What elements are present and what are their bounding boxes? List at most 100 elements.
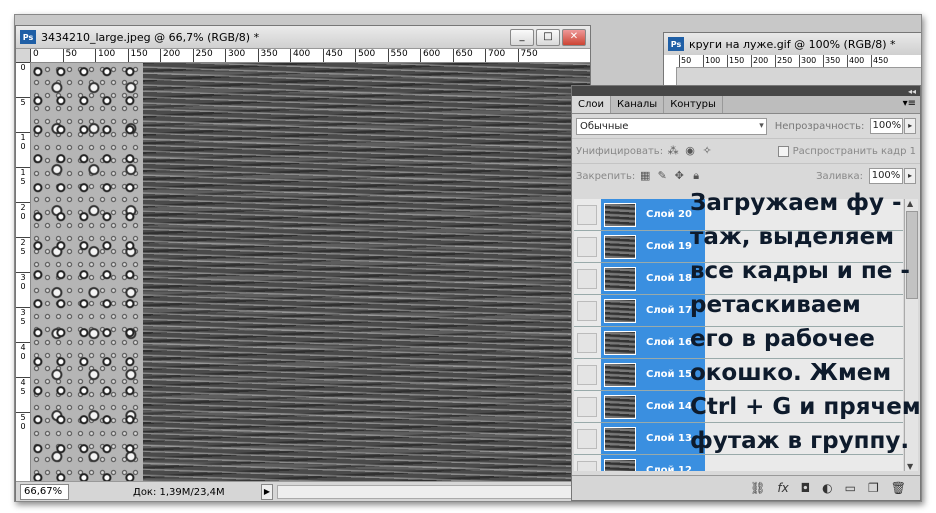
- annotation-line: Ctrl + G и прячем: [690, 394, 921, 420]
- water-drops-image: [31, 63, 143, 482]
- ruler-tick-label: 500: [355, 49, 375, 62]
- status-menu-arrow-icon[interactable]: ▶: [261, 484, 273, 500]
- layer-thumbnail: [604, 330, 636, 355]
- ruler-tick-label: 650: [452, 49, 473, 62]
- unify-style-icon[interactable]: ✧: [700, 144, 714, 158]
- photoshop-logo-icon: Ps: [668, 37, 684, 51]
- main-document-window[interactable]: Ps 3434210_large.jpeg @ 66,7% (RGB/8) * …: [15, 25, 591, 501]
- new-layer-icon[interactable]: ❐: [868, 481, 879, 495]
- annotation-line: Загружаем фу -: [690, 190, 902, 216]
- ruler-tick-label: 550: [387, 49, 408, 62]
- second-window-title: круги на луже.gif @ 100% (RGB/8) *: [689, 37, 896, 51]
- ruler-tick-label: 200: [751, 55, 775, 67]
- visibility-toggle[interactable]: [577, 364, 597, 385]
- annotation-line: окошко. Жмем: [690, 360, 892, 386]
- zoom-field[interactable]: 66,67%: [20, 484, 69, 500]
- layer-name: Слой 14: [646, 401, 692, 412]
- visibility-toggle[interactable]: [577, 268, 597, 289]
- panel-collapse-bar[interactable]: ◂◂: [572, 86, 920, 96]
- ruler-tick-label: 50: [62, 49, 77, 62]
- ruler-tick-label: 2 5: [16, 237, 30, 256]
- blend-mode-select[interactable]: Обычные ▾: [576, 117, 767, 135]
- ruler-tick-label: 600: [420, 49, 440, 62]
- layer-name: Слой 20: [646, 209, 692, 220]
- layer-thumbnail: [604, 394, 636, 419]
- layer-name: Слой 13: [646, 433, 692, 444]
- trash-icon[interactable]: 🗑︎: [891, 481, 906, 495]
- visibility-toggle[interactable]: [577, 236, 597, 257]
- ruler-tick-label: 1 5: [16, 167, 30, 186]
- doc-size-label: Док: 1,39M/23,4M: [133, 486, 225, 498]
- close-button[interactable]: ✕: [562, 29, 586, 46]
- visibility-toggle[interactable]: [577, 396, 597, 417]
- visibility-toggle[interactable]: [577, 204, 597, 225]
- visibility-toggle[interactable]: [577, 428, 597, 449]
- ruler-tick-label: 300: [225, 49, 245, 62]
- fx-icon[interactable]: fx: [777, 481, 788, 495]
- mask-icon[interactable]: ◘: [801, 481, 811, 495]
- photoshop-logo-icon: Ps: [20, 30, 36, 44]
- layer-name: Слой 12: [646, 465, 692, 471]
- opacity-field[interactable]: 100%: [870, 118, 904, 134]
- ruler-tick-label: 400: [290, 49, 310, 62]
- fill-field[interactable]: 100%: [869, 168, 903, 184]
- layer-name: Слой 16: [646, 337, 692, 348]
- lock-all-icon[interactable]: 🔒︎: [689, 169, 703, 183]
- ruler-tick-label: 300: [799, 55, 823, 67]
- visibility-toggle[interactable]: [577, 300, 597, 321]
- main-window-title: 3434210_large.jpeg @ 66,7% (RGB/8) *: [41, 30, 260, 44]
- ruler-tick-label: 5 0: [16, 412, 30, 431]
- ruler-tick-label: 4 0: [16, 342, 30, 361]
- layer-thumbnail: [604, 458, 636, 471]
- ruler-tick-label: 700: [485, 49, 505, 62]
- main-window-titlebar[interactable]: Ps 3434210_large.jpeg @ 66,7% (RGB/8) * …: [16, 26, 590, 49]
- tab-paths[interactable]: Контуры: [664, 96, 723, 113]
- ruler-tick-label: 150: [127, 49, 148, 62]
- unify-row: Унифицировать: ⁂ ◉ ✧ Распространить кадр…: [572, 138, 920, 163]
- unify-position-icon[interactable]: ⁂: [666, 144, 680, 158]
- ruler-tick-label: 5: [16, 97, 30, 107]
- ruler-tick-label: 4 5: [16, 377, 30, 396]
- document-canvas[interactable]: [31, 63, 590, 482]
- horizontal-scrollbar[interactable]: [277, 485, 586, 499]
- ruler-tick-label: 250: [775, 55, 799, 67]
- layer-name: Слой 18: [646, 273, 692, 284]
- opacity-arrow-icon[interactable]: ▸: [904, 118, 916, 134]
- vertical-ruler[interactable]: 0 5 1 0 1 5 2 0 2 5 3 0 3 5 4 0 4 5 5 0: [16, 62, 31, 482]
- folder-icon[interactable]: ▭: [845, 481, 856, 495]
- ruler-tick-label: 450: [322, 49, 343, 62]
- water-surface-image: [143, 63, 590, 482]
- lock-transparency-icon[interactable]: ▦: [638, 169, 652, 183]
- visibility-toggle[interactable]: [577, 460, 597, 471]
- layer-thumbnail: [604, 426, 636, 451]
- annotation-line: таж, выделяем: [690, 224, 895, 250]
- layer-name: Слой 15: [646, 369, 692, 380]
- propagate-checkbox[interactable]: [777, 145, 789, 157]
- ruler-tick-label: 50: [679, 55, 703, 67]
- minimize-button[interactable]: _: [510, 29, 534, 46]
- lock-brush-icon[interactable]: ✎: [655, 169, 669, 183]
- visibility-toggle[interactable]: [577, 332, 597, 353]
- layer-thumbnail: [604, 298, 636, 323]
- annotation-text: Загружаем фу - таж, выделяем все кадры и п…: [690, 186, 921, 458]
- blend-row: Обычные ▾ Непрозрачность: 100% ▸: [572, 114, 920, 138]
- panel-footer: ⛓ fx ◘ ◐ ▭ ❐ 🗑︎: [572, 475, 920, 500]
- panel-menu-icon[interactable]: ▾≡: [903, 98, 916, 109]
- ruler-tick-label: 100: [703, 55, 727, 67]
- ruler-tick-label: 0: [16, 62, 30, 72]
- ruler-tick-label: 750: [517, 49, 538, 62]
- fill-arrow-icon[interactable]: ▸: [904, 168, 916, 184]
- link-icon[interactable]: ⛓: [750, 481, 765, 495]
- tab-channels[interactable]: Каналы: [611, 96, 665, 113]
- layer-thumbnail: [604, 202, 636, 227]
- lock-move-icon[interactable]: ✥: [672, 169, 686, 183]
- unify-label: Унифицировать:: [576, 145, 664, 157]
- tab-layers[interactable]: Слои: [572, 96, 611, 113]
- scroll-down-icon[interactable]: ▼: [907, 462, 913, 471]
- second-window-titlebar[interactable]: Ps круги на луже.gif @ 100% (RGB/8) *: [664, 33, 921, 55]
- horizontal-ruler[interactable]: 0 50 100 150 200 250 300 350 400 450 500 550 600 650 7…: [30, 49, 590, 63]
- maximize-button[interactable]: □: [536, 29, 560, 46]
- unify-visibility-icon[interactable]: ◉: [683, 144, 697, 158]
- ruler-tick-label: 100: [95, 49, 115, 62]
- adjustment-icon[interactable]: ◐: [822, 481, 832, 495]
